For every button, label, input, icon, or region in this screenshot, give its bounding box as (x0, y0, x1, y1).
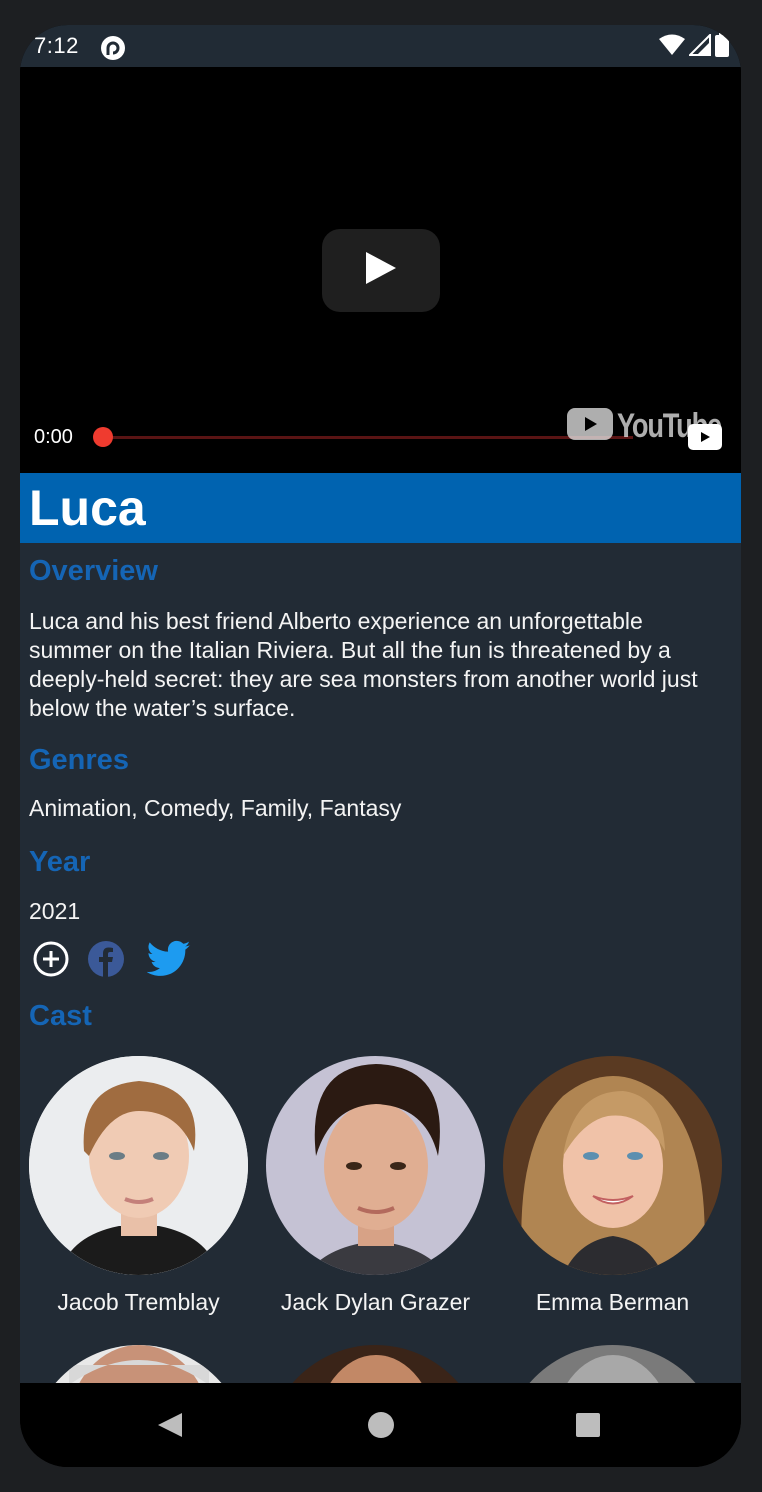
details-content[interactable]: Overview Luca and his best friend Albert… (20, 543, 741, 1383)
youtube-play-icon (567, 408, 613, 445)
navigation-bar (20, 1383, 741, 1467)
genres-heading: Genres (29, 744, 129, 776)
cast-photo (503, 1056, 722, 1275)
add-circle-icon[interactable] (32, 940, 70, 978)
cast-photo (29, 1345, 248, 1383)
progress-scrubber[interactable] (93, 427, 113, 447)
cast-card[interactable]: Jack Dylan Grazer (266, 1056, 485, 1316)
cast-card[interactable] (503, 1345, 722, 1383)
status-time: 7:12 (34, 33, 79, 58)
cell-signal-icon (687, 32, 711, 61)
cast-name: Jack Dylan Grazer (280, 1289, 471, 1315)
status-bar: 7:12 (20, 25, 741, 67)
home-circle-icon[interactable] (367, 1411, 395, 1444)
play-icon (364, 250, 398, 291)
back-triangle-icon[interactable] (156, 1411, 184, 1444)
cast-photo (29, 1056, 248, 1275)
cast-card[interactable]: Jacob Tremblay (29, 1056, 248, 1316)
title-bar: Luca (20, 473, 741, 543)
movie-title: Luca (29, 480, 146, 536)
play-button[interactable] (322, 229, 440, 312)
twitter-icon[interactable] (146, 940, 191, 978)
cast-heading: Cast (29, 1000, 92, 1032)
year-heading: Year (29, 846, 91, 878)
facebook-icon[interactable] (87, 940, 125, 978)
wifi-icon (659, 34, 685, 61)
video-player[interactable]: 0:00 YouTube (20, 67, 741, 473)
action-icons (32, 937, 191, 981)
cast-name: Jacob Tremblay (57, 1289, 220, 1315)
battery-icon (715, 32, 729, 62)
recents-square-icon[interactable] (575, 1412, 601, 1443)
cast-card[interactable]: Emma Berman (503, 1056, 722, 1316)
cast-photo (266, 1056, 485, 1275)
cast-card[interactable] (266, 1345, 485, 1383)
video-current-time: 0:00 (34, 426, 73, 448)
youtube-open-button[interactable] (688, 424, 722, 450)
overview-text: Luca and his best friend Alberto experie… (29, 608, 698, 721)
genres-text: Animation, Comedy, Family, Fantasy (29, 795, 402, 821)
status-icons (659, 32, 729, 62)
cast-photo (503, 1345, 722, 1383)
pocket-casts-icon (100, 35, 126, 61)
cast-card[interactable] (29, 1345, 248, 1383)
overview-heading: Overview (29, 555, 158, 587)
cast-photo (266, 1345, 485, 1383)
progress-track[interactable] (103, 436, 633, 439)
cast-name: Emma Berman (535, 1289, 690, 1315)
year-text: 2021 (29, 898, 81, 924)
phone-screen: 7:12 0:00 YouTube Luca Overview Luca and… (20, 25, 741, 1467)
